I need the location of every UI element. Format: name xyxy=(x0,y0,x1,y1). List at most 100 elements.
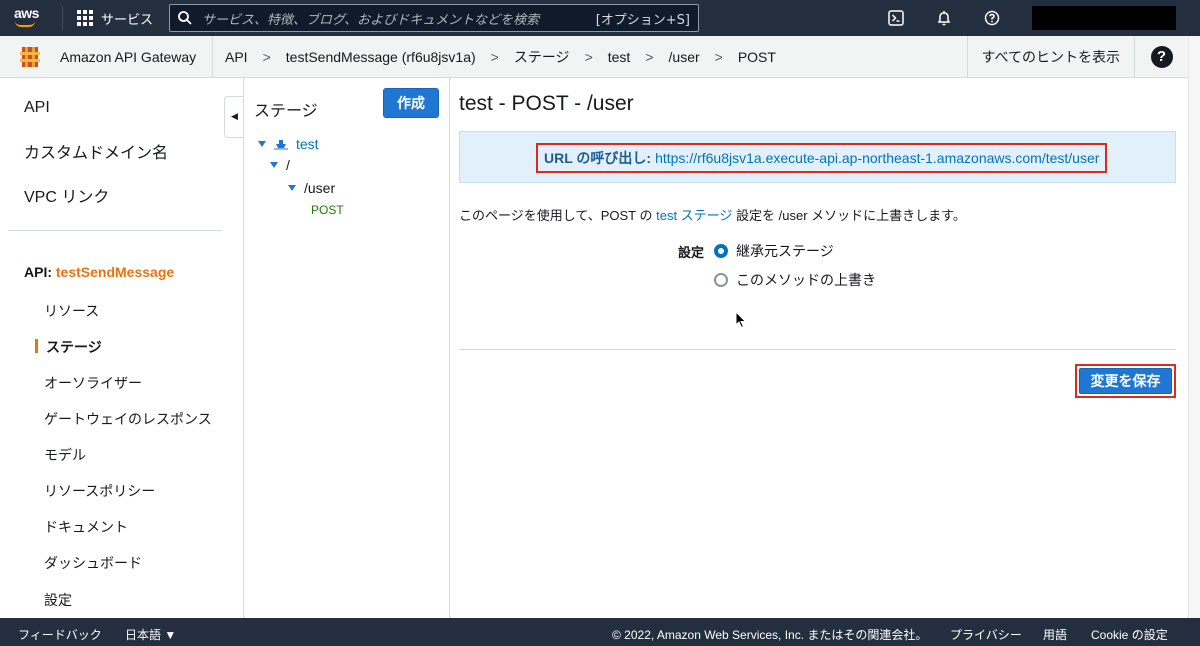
language-selector[interactable]: 日本語 ▼ xyxy=(125,626,176,643)
api-gateway-logo-icon xyxy=(0,45,60,69)
sidebar-item-authorizers[interactable]: オーソライザー xyxy=(44,373,142,393)
breadcrumb-stage[interactable]: test xyxy=(608,49,631,65)
radio-override-label: このメソッドの上書き xyxy=(736,272,876,288)
tree-stage-label: test xyxy=(296,136,319,152)
tree-root-label: / xyxy=(286,157,290,173)
desc-prefix: このページを使用して、POST の xyxy=(459,208,653,223)
sidebar-item-models[interactable]: モデル xyxy=(44,445,86,465)
radio-inherit-from-stage[interactable]: 継承元ステージ xyxy=(714,241,834,261)
aws-logo-text: aws xyxy=(14,5,39,21)
notifications-button[interactable] xyxy=(928,0,960,36)
cookie-settings-link[interactable]: Cookie の設定 xyxy=(1091,626,1168,643)
service-name[interactable]: Amazon API Gateway xyxy=(60,49,212,65)
cloudshell-button[interactable] xyxy=(880,0,912,36)
aws-logo[interactable]: aws xyxy=(0,0,50,36)
sidebar-item-dashboard[interactable]: ダッシュボード xyxy=(44,553,142,573)
search-input[interactable]: サービス、特徴、ブログ、およびドキュメントなどを検索 [オプション+S] xyxy=(169,4,700,32)
mouse-cursor-icon xyxy=(735,311,747,329)
show-all-hints-button[interactable]: すべてのヒントを表示 xyxy=(966,35,1134,78)
save-button-highlight: 変更を保存 xyxy=(1075,364,1176,398)
tree-node-method[interactable]: POST xyxy=(311,203,344,217)
api-prefix: API: xyxy=(24,264,56,280)
sidebar-item-settings[interactable]: 設定 xyxy=(44,590,72,610)
expand-caret-icon xyxy=(270,162,278,168)
breadcrumb-separator: > xyxy=(584,48,593,65)
nav-icon-group xyxy=(880,0,1041,36)
nav-divider xyxy=(62,6,63,30)
tree-method-label: POST xyxy=(311,203,344,217)
feedback-link[interactable]: フィードバック xyxy=(18,626,102,643)
stage-tree-panel: ステージ 作成 test / /user POST xyxy=(243,78,450,618)
search-icon xyxy=(178,11,192,25)
terminal-icon xyxy=(888,10,904,26)
page-title: test - POST - /user xyxy=(459,92,634,115)
bell-icon xyxy=(937,11,951,26)
breadcrumb-stages[interactable]: ステージ xyxy=(514,47,570,67)
sidebar-item-documentation[interactable]: ドキュメント xyxy=(44,517,128,537)
override-description: このページを使用して、POST の test ステージ 設定を /user メソ… xyxy=(459,205,966,224)
radio-unselected-icon xyxy=(714,273,728,287)
tree-node-resource[interactable]: /user xyxy=(288,180,335,196)
breadcrumb-method: POST xyxy=(737,48,776,65)
breadcrumb-resource[interactable]: /user xyxy=(669,49,700,65)
service-header-bar: Amazon API Gateway API > testSendMessage… xyxy=(0,35,1188,78)
desc-stage-link[interactable]: test ステージ xyxy=(656,208,732,223)
question-circle-icon xyxy=(984,10,1000,26)
sidebar-item-gateway-responses[interactable]: ゲートウェイのレスポンス xyxy=(44,409,212,429)
radio-override-method[interactable]: このメソッドの上書き xyxy=(714,270,876,290)
invoke-url-highlight: URL の呼び出し: https://rf6u8jsv1a.execute-ap… xyxy=(536,143,1108,173)
breadcrumb-api[interactable]: API xyxy=(225,49,248,65)
expand-caret-icon xyxy=(288,185,296,191)
breadcrumb-api-name[interactable]: testSendMessage (rf6u8jsv1a) xyxy=(286,49,476,65)
aws-smile-icon xyxy=(15,21,35,27)
grid-icon xyxy=(77,10,93,26)
tree-resource-label: /user xyxy=(304,180,336,196)
services-label: サービス xyxy=(101,12,154,28)
account-menu-redacted[interactable] xyxy=(1032,6,1176,30)
sidebar-item-apis[interactable]: API xyxy=(24,99,50,117)
stage-icon xyxy=(274,140,288,150)
active-indicator xyxy=(35,339,38,353)
settings-label: 設定 xyxy=(678,245,705,260)
help-button[interactable]: ? xyxy=(1134,35,1188,78)
sidebar-api-heading[interactable]: API: testSendMessage xyxy=(24,264,174,280)
sidebar-divider xyxy=(8,230,222,231)
footer: フィードバック 日本語 ▼ © 2022, Amazon Web Service… xyxy=(0,618,1200,646)
help-icon: ? xyxy=(1150,45,1173,68)
invoke-url-link[interactable]: https://rf6u8jsv1a.execute-api.ap-northe… xyxy=(655,150,1099,166)
expand-caret-icon xyxy=(258,141,266,147)
api-name: testSendMessage xyxy=(55,264,175,280)
sidebar-item-resources[interactable]: リソース xyxy=(44,301,99,321)
sidebar-item-resource-policy[interactable]: リソースポリシー xyxy=(44,481,155,501)
form-divider xyxy=(459,349,1176,350)
tree-node-root[interactable]: / xyxy=(270,157,290,173)
search-placeholder: サービス、特徴、ブログ、およびドキュメントなどを検索 xyxy=(202,12,540,28)
breadcrumb-separator: > xyxy=(490,48,499,65)
breadcrumb-separator: > xyxy=(262,48,271,65)
create-stage-button[interactable]: 作成 xyxy=(383,88,439,118)
page-scrollbar[interactable] xyxy=(1188,36,1200,618)
help-menu-button[interactable] xyxy=(976,0,1008,36)
sidebar-item-custom-domains[interactable]: カスタムドメイン名 xyxy=(24,139,168,163)
save-changes-button[interactable]: 変更を保存 xyxy=(1079,368,1172,394)
tree-node-stage[interactable]: test xyxy=(258,136,319,152)
terms-link[interactable]: 用語 xyxy=(1043,626,1067,643)
left-sidebar: API カスタムドメイン名 VPC リンク API: testSendMessa… xyxy=(0,78,230,618)
collapse-panel-button[interactable]: ◀ xyxy=(224,96,244,138)
breadcrumb-separator: > xyxy=(645,48,654,65)
top-navigation-bar: aws サービス サービス、特徴、ブログ、およびドキュメントなどを検索 [オプシ… xyxy=(0,0,1200,36)
breadcrumb: API > testSendMessage (rf6u8jsv1a) > ステー… xyxy=(213,47,967,67)
invoke-url-label: URL の呼び出し: xyxy=(544,150,652,166)
copyright-text: © 2022, Amazon Web Services, Inc. またはその関… xyxy=(612,628,928,642)
breadcrumb-separator: > xyxy=(714,48,723,65)
search-shortcut-hint: [オプション+S] xyxy=(595,12,691,28)
privacy-link[interactable]: プライバシー xyxy=(950,626,1022,643)
tree-title: ステージ xyxy=(254,103,318,120)
services-menu-button[interactable]: サービス xyxy=(77,9,153,28)
radio-inherit-label: 継承元ステージ xyxy=(736,243,834,259)
main-content: test - POST - /user URL の呼び出し: https://r… xyxy=(459,78,1179,618)
radio-selected-icon xyxy=(714,244,728,258)
sidebar-item-vpc-links[interactable]: VPC リンク xyxy=(24,183,109,207)
caret-left-icon: ◀ xyxy=(231,112,238,122)
sidebar-item-stages[interactable]: ステージ xyxy=(46,337,102,357)
